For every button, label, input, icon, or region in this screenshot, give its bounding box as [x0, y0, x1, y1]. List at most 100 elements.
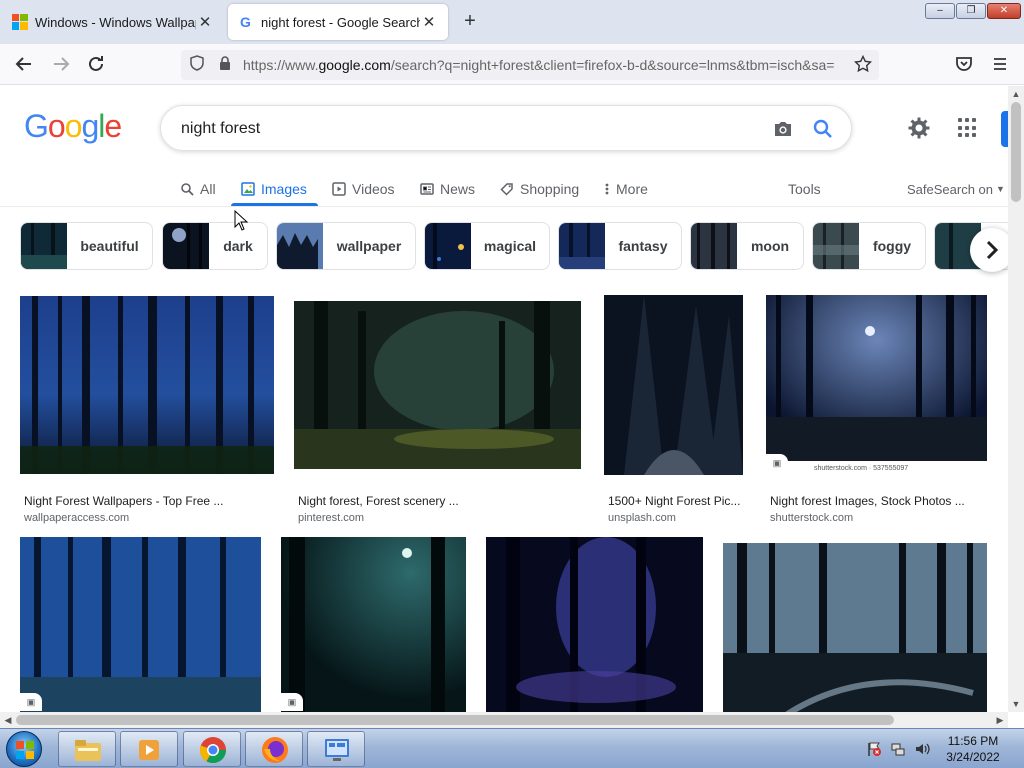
scroll-left-icon[interactable]: ◀: [0, 712, 16, 728]
chip-wallpaper[interactable]: wallpaper: [276, 222, 416, 270]
camera-icon[interactable]: [771, 117, 795, 141]
result-image[interactable]: [486, 537, 703, 712]
chip-thumbnail: [163, 223, 209, 269]
chip-fantasy[interactable]: fantasy: [558, 222, 682, 270]
result-image[interactable]: [766, 295, 987, 475]
horizontal-scrollbar[interactable]: ◀ ▶: [0, 712, 1008, 728]
windows-wallpaper-favicon: [12, 14, 28, 30]
chip-beautiful[interactable]: beautiful: [20, 222, 153, 270]
tab-shopping[interactable]: Shopping: [500, 172, 579, 206]
reload-icon: [89, 56, 103, 71]
minimize-button[interactable]: –: [925, 3, 955, 19]
result-image[interactable]: [294, 301, 581, 469]
tab-google-search[interactable]: G night forest - Google Search ✕: [228, 4, 448, 40]
media-player-icon: [139, 740, 159, 760]
search-icon[interactable]: [811, 117, 835, 141]
scroll-down-icon[interactable]: ▼: [1008, 696, 1024, 712]
result-image[interactable]: [20, 537, 261, 712]
arrow-right-icon: [54, 57, 70, 71]
chip-label: dark: [223, 238, 253, 254]
reload-button[interactable]: [84, 52, 108, 76]
result-title[interactable]: 1500+ Night Forest Pic...: [608, 494, 740, 508]
result-image[interactable]: [604, 295, 743, 475]
watermark-text: shutterstock.com · 537555097: [814, 465, 909, 472]
new-tab-button[interactable]: +: [458, 10, 482, 34]
close-window-button[interactable]: ✕: [987, 3, 1021, 19]
google-apps-icon[interactable]: [958, 118, 978, 138]
settings-gear-icon[interactable]: [907, 116, 931, 140]
result-source[interactable]: pinterest.com: [298, 512, 364, 524]
logo-letter: g: [81, 108, 99, 144]
forward-button[interactable]: [49, 52, 73, 76]
tab-all[interactable]: All: [180, 172, 216, 206]
lock-icon[interactable]: [215, 55, 235, 75]
result-source[interactable]: shutterstock.com: [770, 512, 853, 524]
scrollbar-thumb[interactable]: [16, 715, 894, 725]
chip-foggy[interactable]: foggy: [812, 222, 926, 270]
result-title[interactable]: Night forest, Forest scenery ...: [298, 494, 459, 508]
image-badge-icon: ▣: [20, 693, 42, 711]
result-title[interactable]: Night Forest Wallpapers - Top Free ...: [24, 494, 223, 508]
tab-news[interactable]: News: [420, 172, 475, 206]
tab-label: Videos: [352, 181, 395, 197]
vertical-scrollbar[interactable]: ▲ ▼: [1008, 86, 1024, 712]
scroll-up-icon[interactable]: ▲: [1008, 86, 1024, 102]
pocket-icon: [956, 57, 972, 71]
desktop-screen: Windows - Windows Wallpaper ✕ G night fo…: [0, 0, 1024, 768]
result-source[interactable]: wallpaperaccess.com: [24, 512, 129, 524]
browser-navigation-bar: https://www.google.com/search?q=night+fo…: [0, 44, 1024, 85]
safesearch-dropdown[interactable]: SafeSearch on ▼: [907, 172, 1005, 206]
volume-icon[interactable]: [914, 741, 930, 757]
url-text[interactable]: https://www.google.com/search?q=night+fo…: [243, 57, 845, 73]
tab-videos[interactable]: Videos: [332, 172, 395, 206]
close-tab-icon[interactable]: ✕: [420, 13, 438, 31]
taskbar-chrome[interactable]: [183, 731, 241, 767]
address-bar[interactable]: https://www.google.com/search?q=night+fo…: [181, 50, 879, 80]
sign-in-button[interactable]: [1001, 111, 1008, 147]
caret-down-icon: ▼: [996, 184, 1005, 194]
scrollbar-thumb[interactable]: [1011, 102, 1021, 202]
search-query[interactable]: night forest: [181, 120, 260, 138]
result-image[interactable]: [20, 296, 274, 474]
tab-images[interactable]: Images: [231, 172, 318, 206]
chips-next-button[interactable]: [970, 228, 1008, 272]
tab-label: All: [200, 181, 216, 197]
tools-button[interactable]: Tools: [788, 172, 821, 206]
scroll-right-icon[interactable]: ▶: [992, 712, 1008, 728]
start-button[interactable]: [6, 731, 42, 767]
chip-magical[interactable]: magical: [424, 222, 550, 270]
google-logo[interactable]: Google: [24, 108, 122, 145]
taskbar-file-explorer[interactable]: [58, 731, 116, 767]
result-source[interactable]: unsplash.com: [608, 512, 676, 524]
logo-letter: e: [104, 108, 122, 144]
url-prefix: https://www.: [243, 57, 319, 73]
chip-moon[interactable]: moon: [690, 222, 804, 270]
result-image[interactable]: [723, 543, 987, 712]
taskbar-media-player[interactable]: [120, 731, 178, 767]
tab-title: Windows - Windows Wallpaper: [35, 14, 196, 30]
restore-button[interactable]: ❐: [956, 3, 986, 19]
back-button[interactable]: [12, 52, 36, 76]
image-badge-icon: ▣: [766, 454, 788, 472]
windows-taskbar: 11:56 PM 3/24/2022: [0, 728, 1024, 768]
google-images-page: Google night forest All Images Videos Ne…: [0, 86, 1008, 712]
search-box[interactable]: night forest: [160, 105, 852, 151]
result-image[interactable]: [281, 537, 466, 712]
network-icon[interactable]: [890, 741, 906, 757]
tabs-divider: [0, 206, 1008, 207]
result-title[interactable]: Night forest Images, Stock Photos ...: [770, 494, 965, 508]
shield-icon[interactable]: [187, 55, 207, 75]
tab-more[interactable]: More: [604, 172, 648, 206]
action-center-flag-icon[interactable]: [866, 741, 882, 757]
app-menu-button[interactable]: [988, 52, 1012, 76]
close-tab-icon[interactable]: ✕: [196, 13, 214, 31]
chip-dark[interactable]: dark: [162, 222, 268, 270]
pocket-button[interactable]: [952, 52, 976, 76]
taskbar-firefox[interactable]: [245, 731, 303, 767]
clock[interactable]: 11:56 PM 3/24/2022: [940, 733, 1006, 765]
tab-windows-wallpaper[interactable]: Windows - Windows Wallpaper ✕: [2, 4, 224, 40]
chrome-icon: [199, 737, 227, 764]
chip-label: foggy: [872, 238, 912, 254]
bookmark-star-icon[interactable]: [853, 54, 873, 75]
taskbar-control-panel[interactable]: [307, 731, 365, 767]
